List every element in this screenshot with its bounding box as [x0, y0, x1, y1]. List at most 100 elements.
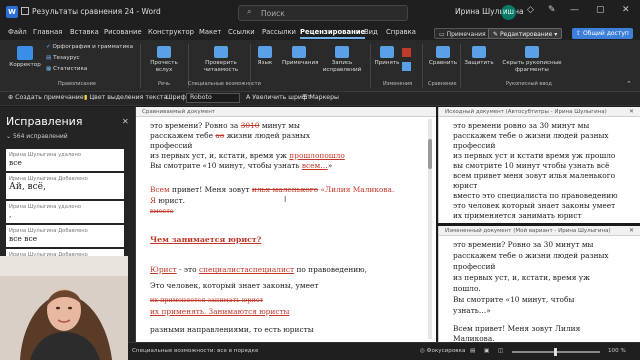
stats-button[interactable]: ▦ Статистика [46, 66, 87, 73]
doc-text: узнать…» [453, 306, 491, 315]
stats-label: Статистика [53, 66, 88, 72]
notes-button[interactable]: Примечания [282, 46, 318, 67]
revision-text: Ай, всё, [9, 182, 46, 192]
tab-mailings[interactable]: Рассылки [262, 28, 296, 36]
zoom-slider[interactable] [512, 348, 600, 356]
revision-card[interactable]: Ирина Шулыгина удалено, [6, 201, 124, 223]
doc-text: профессий [453, 262, 496, 271]
close-icon[interactable]: ✕ [622, 5, 630, 15]
group-speech-label: Речь [158, 81, 170, 87]
tab-review[interactable]: Рецензирование [300, 28, 366, 39]
corrector-icon [17, 46, 33, 60]
title-bar: W Результаты сравнения 24 - Word ⌕ Поиск… [0, 0, 640, 26]
diamond-icon[interactable]: ◇ [527, 5, 534, 15]
zoom-level[interactable]: 100 % [608, 348, 626, 354]
scrollbar-thumb[interactable] [428, 139, 432, 169]
tab-home[interactable]: Главная [33, 28, 62, 36]
revision-card[interactable]: Ирина Шулыгина удалено все [6, 149, 124, 171]
tab-references[interactable]: Ссылки [228, 28, 255, 36]
doc-text: расскажем тебе о жизни людей разных [453, 131, 609, 140]
tab-insert[interactable]: Вставка [70, 28, 99, 36]
corrector-label: Корректор [9, 62, 41, 68]
doc-text: Вы смотрите «10 минут, чтобы [453, 295, 575, 304]
tab-design[interactable]: Конструктор [148, 28, 194, 36]
scrollbar[interactable] [428, 119, 432, 339]
close-pane-icon[interactable]: ✕ [629, 227, 634, 234]
compared-document-pane[interactable]: Сравниваемый документ это времени? Ровно… [136, 107, 436, 342]
previous-change-icon[interactable] [402, 62, 411, 71]
original-document-pane[interactable]: Исходный документ (Автосубтитры - Ирина … [438, 107, 640, 223]
tab-file[interactable]: Файл [8, 28, 27, 36]
accept-button[interactable]: Принять [374, 46, 400, 67]
comments-button[interactable]: ▭ Примечания [434, 28, 491, 39]
focus-button[interactable]: ◎ Фокусировка [420, 348, 465, 354]
ribbon-separator [460, 44, 461, 88]
check-accessibility-button[interactable]: Проверить читаемость [196, 46, 246, 73]
accessibility-status[interactable]: Специальные возможности: все в порядке [132, 348, 258, 354]
protect-button[interactable]: Защитить [464, 46, 494, 67]
revision-card[interactable]: Ирина Шулыгина Добавлено все все [6, 225, 124, 247]
doc-text: вы смотрите 10 минут чтобы узнать всё [453, 161, 610, 170]
speaker-icon [157, 46, 171, 58]
doc-text: Это человек [150, 281, 199, 290]
search-box[interactable]: ⌕ Поиск [238, 5, 408, 21]
modified-document-pane[interactable]: Измененный документ (Мой вариант - Ирина… [438, 226, 640, 343]
close-pane-icon[interactable]: ✕ [629, 108, 634, 115]
zoom-slider-thumb[interactable] [554, 348, 557, 356]
tab-draw[interactable]: Рисование [104, 28, 142, 36]
doc-text: всем привет меня зовут илья маленького [453, 171, 616, 180]
read-aloud-label: Прочесть вслух [150, 60, 178, 73]
inserted-text: всем… [301, 161, 328, 170]
language-button[interactable]: Язык [254, 46, 276, 67]
inserted-text: специалистаспециалист [198, 265, 295, 274]
tab-help[interactable]: Справка [386, 28, 416, 36]
ribbon-separator [422, 44, 423, 88]
read-mode-icon[interactable]: ▤ [470, 348, 475, 354]
compare-button[interactable]: Сравнить [428, 46, 458, 67]
avatar[interactable]: ИШ [501, 5, 516, 20]
group-proofing-label: Правописание [58, 81, 96, 87]
comments-label: Примечания [446, 31, 486, 38]
doc-text: это времени? Ровно за [150, 121, 241, 130]
revision-text: все все [9, 234, 38, 243]
chevron-down-icon: ⌄ [6, 133, 13, 140]
compare-icon [436, 46, 450, 58]
tab-view[interactable]: Вид [364, 28, 378, 36]
webcam-overlay [0, 256, 128, 360]
accept-icon [380, 46, 394, 58]
doc-text: - это [176, 265, 199, 274]
pencil-icon: ✎ [493, 31, 500, 38]
thesaurus-button[interactable]: ▤ Тезаурус [46, 55, 80, 62]
editing-button[interactable]: ✎ Редактирование ▾ [488, 28, 563, 39]
revisions-count-text: 564 исправлений [12, 133, 68, 140]
tab-layout[interactable]: Макет [199, 28, 221, 36]
maximize-icon[interactable]: ▢ [596, 5, 605, 15]
collapse-ribbon-icon[interactable]: ⌃ [626, 80, 632, 88]
font-select[interactable]: Roboto [186, 93, 240, 103]
spelling-button[interactable]: ✓ Орфография и грамматика [46, 44, 133, 51]
markers-button[interactable]: ☰ Маркеры [302, 94, 339, 101]
print-layout-icon[interactable]: ▣ [484, 348, 489, 354]
track-changes-button[interactable]: Запись исправлений [320, 46, 364, 73]
read-aloud-button[interactable]: Прочесть вслух [146, 46, 182, 73]
share-button[interactable]: ⇪ Общий доступ [572, 28, 633, 39]
highlight-button[interactable]: ▮ Цвет выделения текста [84, 94, 167, 101]
revisions-title: Исправления [6, 115, 83, 128]
doc-text: Всем привет! Меня зовут Лилия [453, 324, 581, 333]
deleted-text: их применяется занимать юрист [150, 296, 264, 304]
new-comment-button[interactable]: ⊕ Создать примечание [8, 94, 84, 101]
web-layout-icon[interactable]: ◫ [498, 348, 503, 354]
hide-ink-button[interactable]: Скрыть рукописные фрагменты [500, 46, 564, 73]
inserted-text: Юрист [150, 265, 177, 274]
note-icon [292, 46, 306, 58]
ribbon-separator [370, 44, 371, 88]
save-icon[interactable] [21, 7, 29, 15]
chevron-down-icon: ▾ [552, 31, 558, 38]
track-changes-label: Запись исправлений [322, 60, 362, 73]
reject-icon[interactable] [402, 48, 411, 57]
close-pane-icon[interactable]: ✕ [122, 117, 129, 126]
pen-icon[interactable]: ✎ [548, 5, 556, 15]
minimize-icon[interactable]: — [570, 5, 579, 15]
corrector-button[interactable]: Корректор [8, 46, 42, 69]
revision-card[interactable]: Ирина Шулыгина Добавлено Ай, всё, [6, 173, 124, 199]
